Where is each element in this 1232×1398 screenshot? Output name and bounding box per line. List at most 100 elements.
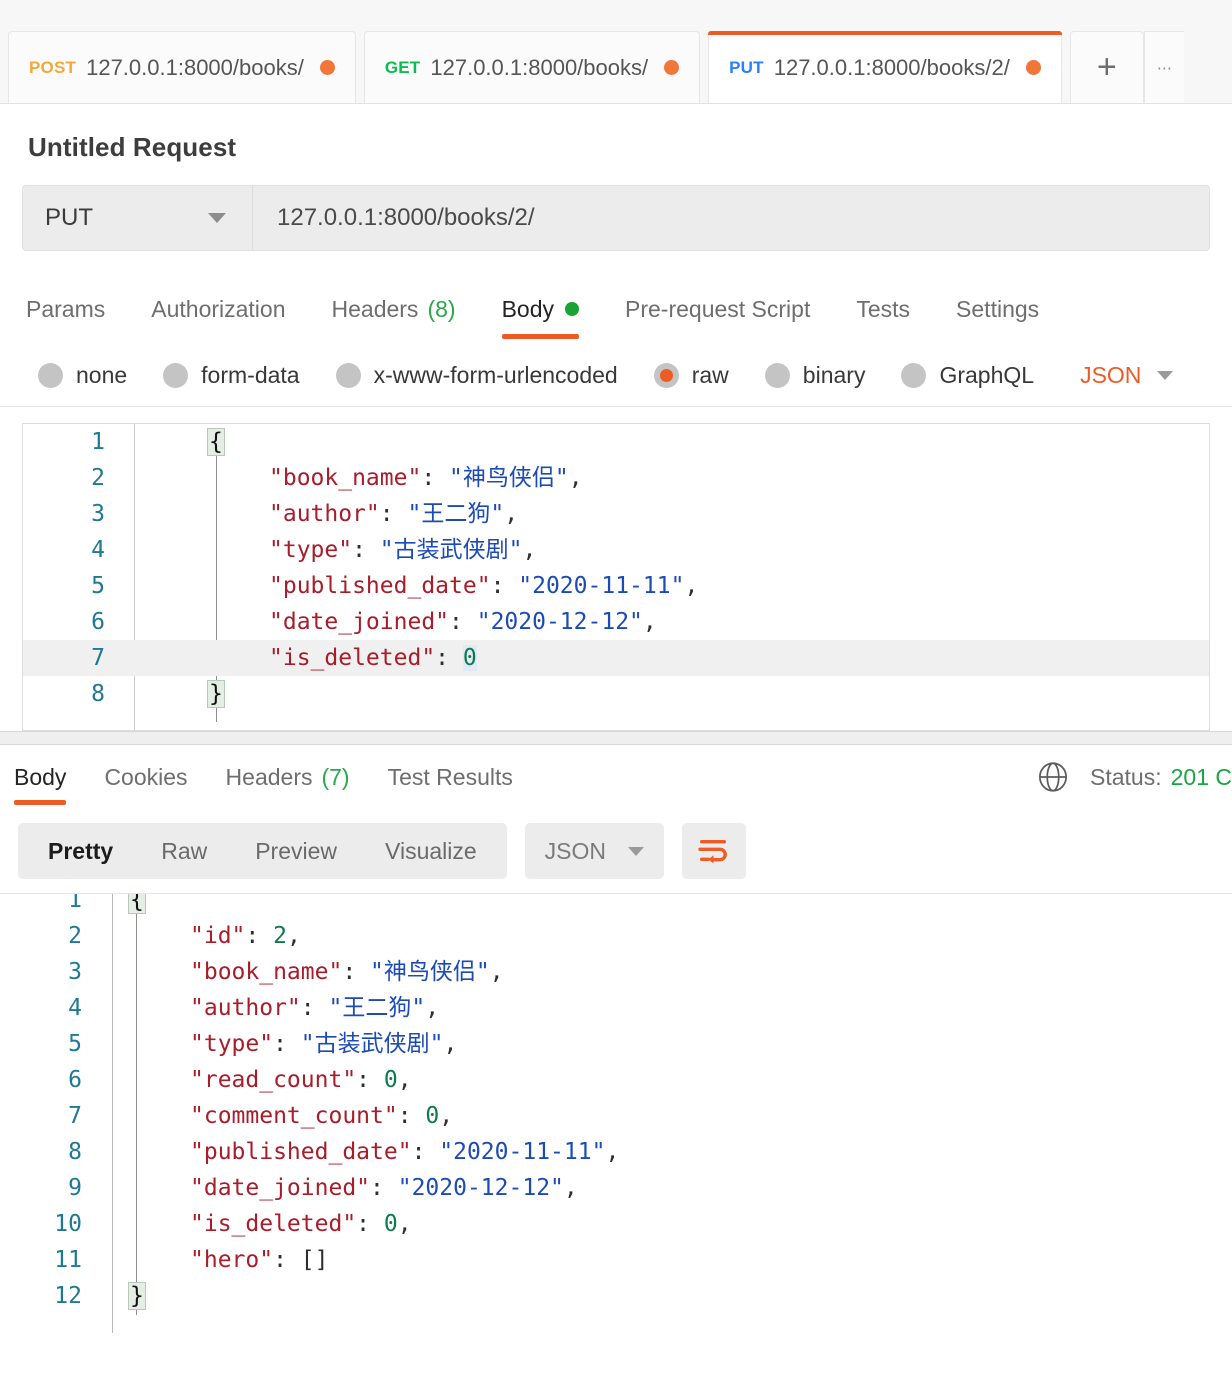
- response-body-viewer[interactable]: 1{2 "id": 2, 3 "book_name": "神鸟侠侣", 4 "author…: [0, 893, 1232, 1333]
- body-present-indicator: [565, 302, 579, 316]
- radio-label: x-www-form-urlencoded: [373, 362, 618, 388]
- radio-button[interactable]: [163, 363, 189, 388]
- line-number: 2: [91, 465, 105, 491]
- response-meta: Status: 201 C: [1038, 762, 1232, 792]
- request-tab-body[interactable]: Body: [501, 273, 580, 345]
- tab-label: Headers: [331, 295, 419, 322]
- tab-label: Cookies: [104, 763, 188, 790]
- raw-format-select[interactable]: JSON: [1080, 362, 1141, 389]
- request-tab-settings[interactable]: Settings: [956, 273, 1039, 345]
- code-text: "comment_count": 0,: [108, 1098, 453, 1134]
- view-mode-visualize[interactable]: Visualize: [361, 823, 501, 879]
- code-token: "is_deleted": [269, 645, 436, 671]
- response-tab-test-results[interactable]: Test Results: [388, 745, 513, 809]
- code-line: 1{: [0, 894, 1232, 918]
- body-type-GraphQL[interactable]: GraphQL: [901, 362, 1034, 389]
- new-tab-button[interactable]: +: [1069, 31, 1144, 103]
- response-format-value: JSON: [544, 837, 607, 864]
- request-tab-params[interactable]: Params: [26, 273, 105, 345]
- request-tab-pre-request-script[interactable]: Pre-request Script: [625, 273, 810, 345]
- view-mode-preview[interactable]: Preview: [231, 823, 361, 879]
- tab-label: Body: [14, 763, 67, 790]
- wrap-lines-button[interactable]: [682, 823, 747, 879]
- line-number: 4: [68, 995, 82, 1021]
- code-text: "type": "古装武侠剧",: [108, 1026, 457, 1062]
- radio-button[interactable]: [38, 363, 63, 388]
- body-type-x-www-form-urlencoded[interactable]: x-www-form-urlencoded: [335, 362, 618, 389]
- response-tab-headers[interactable]: Headers (7): [226, 745, 350, 809]
- code-text: "read_count": 0,: [108, 1062, 412, 1098]
- url-input[interactable]: 127.0.0.1:8000/books/2/: [253, 186, 1209, 250]
- request-title: Untitled Request: [28, 132, 237, 162]
- unsaved-indicator-dot[interactable]: [319, 60, 335, 75]
- view-mode-pretty[interactable]: Pretty: [24, 823, 137, 879]
- code-line: 5 "type": "古装武侠剧",: [0, 1026, 1232, 1062]
- request-tab[interactable]: PUT 127.0.0.1:8000/books/2/: [708, 31, 1062, 103]
- http-method-select[interactable]: PUT: [23, 186, 253, 250]
- body-type-selector: none form-data x-www-form-urlencoded raw bin…: [0, 345, 1232, 407]
- code-line: 7 "is_deleted": 0: [23, 640, 1209, 676]
- code-line: 8}: [23, 676, 1209, 712]
- response-tab-body[interactable]: Body: [14, 745, 67, 809]
- code-token: ,: [397, 1211, 412, 1237]
- response-format-select[interactable]: JSON: [524, 823, 665, 879]
- code-line: 8 "published_date": "2020-11-11",: [0, 1134, 1232, 1170]
- chevron-down-icon: [208, 213, 226, 223]
- request-section-tabs: Params Authorization Headers (8) Body Pre-req…: [0, 273, 1232, 345]
- body-type-binary[interactable]: binary: [764, 362, 865, 389]
- body-type-raw[interactable]: raw: [653, 362, 729, 389]
- chevron-down-icon[interactable]: [1157, 371, 1174, 380]
- response-view-mode-group: Pretty Raw Preview Visualize: [18, 823, 507, 879]
- radio-button[interactable]: [653, 363, 679, 388]
- status-label: Status:: [1090, 763, 1162, 790]
- request-body-editor[interactable]: 1{2 "book_name": "神鸟侠侣", 3 "author": "王二狗",…: [22, 423, 1210, 731]
- body-type-none[interactable]: none: [38, 362, 127, 389]
- code-token: "2020-11-11": [439, 1139, 606, 1165]
- request-tab-tests[interactable]: Tests: [856, 273, 910, 345]
- code-text: "author": "王二狗",: [131, 496, 518, 532]
- tab-count-badge: (7): [321, 763, 350, 790]
- unsaved-indicator-dot[interactable]: [1025, 60, 1041, 75]
- code-token: ,: [286, 923, 301, 949]
- radio-button[interactable]: [335, 363, 361, 388]
- tab-url-label: 127.0.0.1:8000/books/: [430, 54, 649, 80]
- request-tab[interactable]: POST 127.0.0.1:8000/books/: [8, 31, 356, 103]
- code-text: "is_deleted": 0: [131, 640, 477, 676]
- code-token: "2020-12-12": [397, 1175, 564, 1201]
- code-token: ,: [489, 959, 504, 985]
- request-tab[interactable]: GET 127.0.0.1:8000/books/: [363, 31, 701, 103]
- code-token: ,: [605, 1139, 620, 1165]
- code-line: 1{: [23, 424, 1209, 460]
- response-view-toolbar: Pretty Raw Preview Visualize JSON: [0, 809, 1232, 893]
- code-token: ,: [425, 995, 440, 1021]
- response-pane-divider[interactable]: [0, 731, 1232, 745]
- line-number: 7: [91, 645, 105, 671]
- view-mode-raw[interactable]: Raw: [137, 823, 231, 879]
- code-text: "date_joined": "2020-12-12",: [108, 1170, 578, 1206]
- code-text: "book_name": "神鸟侠侣",: [131, 460, 583, 496]
- code-token: :: [397, 1103, 426, 1129]
- request-tab-authorization[interactable]: Authorization: [151, 273, 285, 345]
- code-token: "神鸟侠侣": [449, 465, 569, 491]
- code-token: ,: [439, 1103, 454, 1129]
- tab-overflow-menu-button[interactable]: ⋯: [1143, 31, 1184, 103]
- code-line: 11 "hero": []: [0, 1242, 1232, 1278]
- code-token: "book_name": [269, 465, 422, 491]
- code-token: 0: [462, 645, 477, 671]
- code-token: "2020-11-11": [518, 573, 685, 599]
- line-number: 7: [68, 1103, 82, 1129]
- code-token: }: [128, 1282, 146, 1310]
- code-token: ,: [397, 1067, 412, 1093]
- code-token: :: [356, 1211, 384, 1237]
- tab-label: Authorization: [151, 295, 286, 322]
- radio-button[interactable]: [901, 363, 927, 388]
- response-tab-cookies[interactable]: Cookies: [104, 745, 187, 809]
- radio-button[interactable]: [764, 363, 790, 388]
- radio-label: form-data: [201, 362, 300, 388]
- unsaved-indicator-dot[interactable]: [664, 60, 680, 75]
- radio-label: none: [76, 362, 128, 388]
- body-type-form-data[interactable]: form-data: [163, 362, 300, 389]
- code-token: :: [421, 465, 450, 491]
- code-token: ,: [443, 1031, 458, 1057]
- request-tab-headers[interactable]: Headers (8): [332, 273, 456, 345]
